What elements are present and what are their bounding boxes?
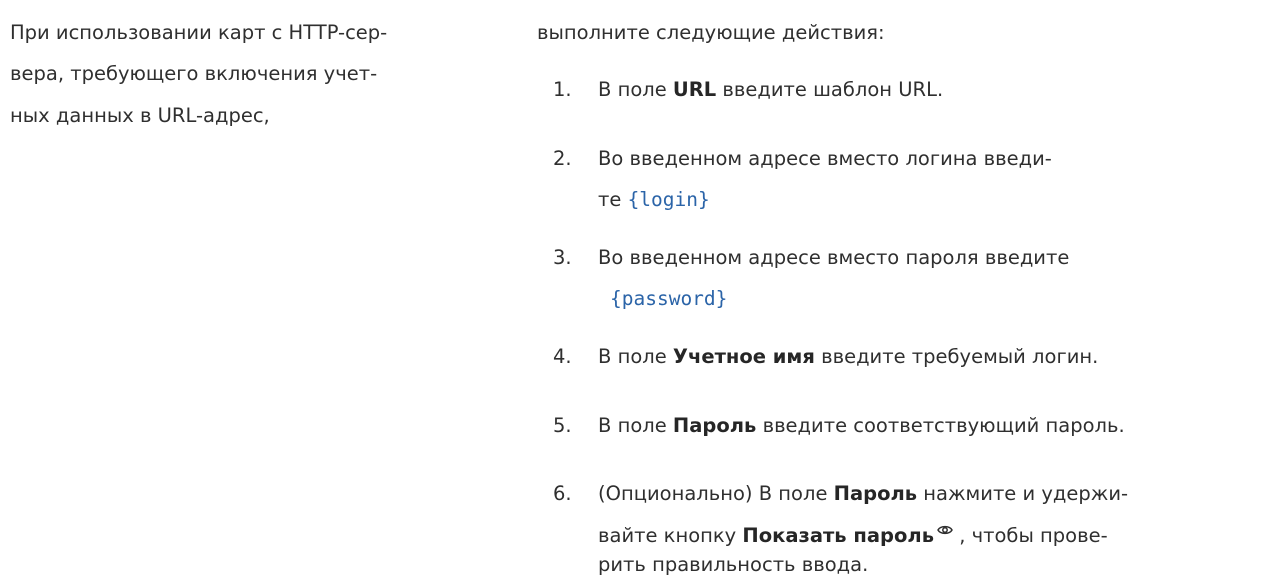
field-name-account: Учетное имя [672,345,815,368]
step-number: 3. [553,246,572,269]
step-number: 4. [553,345,572,368]
step-number: 2. [553,147,572,170]
eye-icon [937,517,953,535]
step-text-part: введите соответствующий пароль. [756,414,1125,437]
left-paragraph-line: ных данных в URL-адрес, [10,104,270,127]
field-name-password: Пароль [833,482,918,505]
field-name-url: URL [672,78,717,101]
step-text-part: введите требуемый логин. [814,345,1099,368]
step-text-part: введите шаблон URL. [716,78,944,101]
step-text-part: вайте кнопку [598,524,743,547]
left-paragraph-line: При использовании карт с HTTP-сер- [10,21,388,44]
step-text-part: , чтобы прове- [953,524,1108,547]
left-paragraph-line: вера, требующего включения учет- [10,62,378,85]
step-text: В поле Пароль введите соответствующий па… [598,412,1125,440]
instructions-intro: выполните следующие действия: [537,21,885,44]
step-text: Во введенном адресе вместо пароля введит… [598,246,1070,269]
step-text-part: нажмите и удержи- [917,482,1129,505]
step-text: (Опционально) В поле Пароль нажмите и уд… [598,480,1128,508]
step-text-part: В поле [598,414,673,437]
step-number: 5. [553,414,572,437]
step-text-part: В поле [598,345,673,368]
step-text-part: те [598,188,622,211]
step-text: В поле Учетное имя введите требуемый лог… [598,343,1098,371]
step-text-part: В поле [598,78,673,101]
step-number: 6. [553,482,572,505]
step-text: вайте кнопку Показать пароль , чтобы про… [598,517,1108,550]
login-placeholder-code: {login} [627,188,710,211]
code-text: {password} [610,287,728,310]
step-text: те {login} [598,186,710,214]
step-text: В поле URL введите шаблон URL. [598,76,943,104]
step-text: Во введенном адресе вместо логина введи- [598,147,1052,170]
show-password-label: Показать пароль [742,524,935,547]
step-text: рить правильность ввода. [598,553,869,576]
password-placeholder-code: {password} [610,285,727,313]
step-number: 1. [553,78,572,101]
field-name-password: Пароль [672,414,757,437]
step-text-part: (Опционально) В поле [598,482,834,505]
